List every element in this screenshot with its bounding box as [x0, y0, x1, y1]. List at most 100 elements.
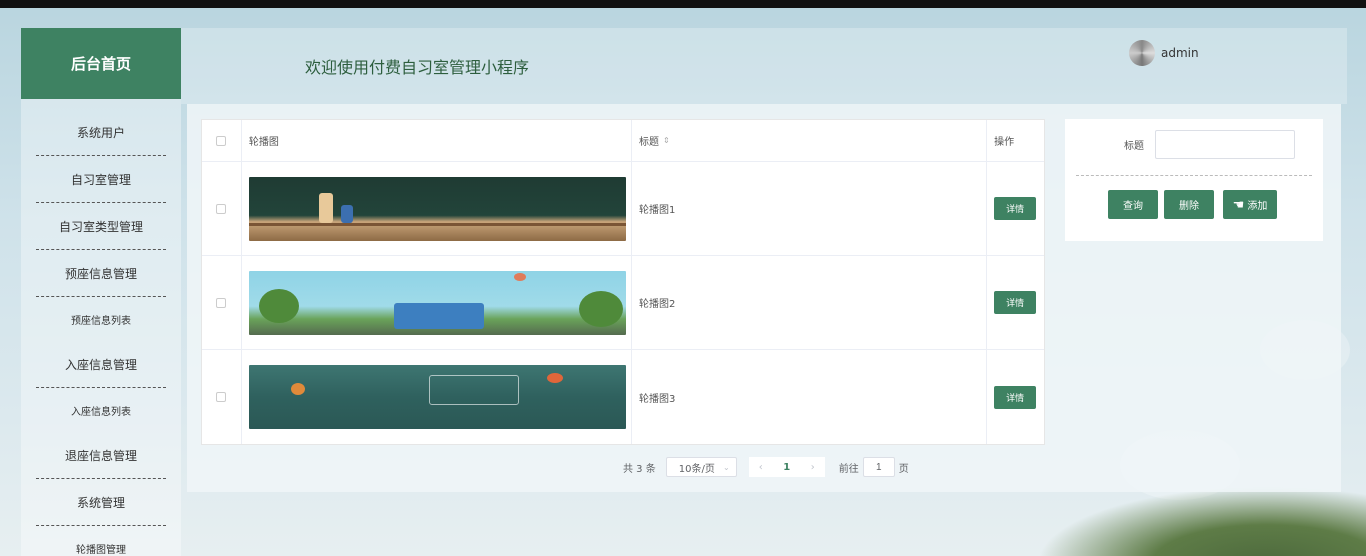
column-header-label: 操作	[994, 137, 1015, 148]
row-checkbox[interactable]	[216, 203, 227, 214]
page-size-value: 10条/页	[678, 463, 715, 475]
sidebar-item-study-room[interactable]: 自习室管理	[21, 156, 181, 203]
figure-teacher	[318, 192, 333, 223]
sidebar-item-carousel[interactable]: 轮播图管理	[21, 526, 181, 556]
detail-button[interactable]: 详情	[994, 197, 1037, 220]
delete-button[interactable]: 删除	[1164, 190, 1214, 219]
sidebar-item-checkin-list[interactable]: 入座信息列表	[21, 388, 181, 432]
figure-student	[340, 204, 353, 223]
title-cell: 轮播图1	[632, 162, 988, 255]
pager: ‹ 1 ›	[748, 457, 825, 477]
table-row: 轮播图1 详情	[202, 162, 1044, 256]
sidebar-item-label: 轮播图管理	[76, 544, 126, 556]
school-building	[393, 302, 484, 329]
sidebar-item-study-room-type[interactable]: 自习室类型管理	[21, 203, 181, 250]
pumpkin	[290, 383, 305, 395]
row-checkbox-cell	[202, 350, 242, 444]
main-content: 轮播图 标题 ⇕ 操作 轮播图1 详情 轮播图2 详情 轮播图3 详情 共 3 …	[187, 104, 1341, 492]
sidebar-item-label: 自习室管理	[70, 173, 131, 187]
balloon	[513, 272, 526, 281]
background-tree	[1036, 486, 1366, 556]
sidebar-item-reservation[interactable]: 预座信息管理	[21, 250, 181, 297]
row-checkbox[interactable]	[216, 297, 227, 308]
column-header-actions: 操作	[987, 120, 1044, 161]
sidebar-item-checkin[interactable]: 入座信息管理	[21, 341, 181, 388]
chevron-down-icon: ⌄	[723, 462, 730, 472]
page-title: 欢迎使用付费自习室管理小程序	[305, 58, 530, 77]
avatar-icon	[1129, 40, 1155, 66]
user-menu[interactable]: admin	[1129, 40, 1199, 66]
chevron-right-icon[interactable]: ›	[807, 462, 819, 473]
divider	[1076, 175, 1312, 176]
top-strip	[0, 0, 1366, 8]
sidebar-item-system-users[interactable]: 系统用户	[21, 109, 181, 156]
goto-page-input[interactable]	[862, 457, 895, 477]
column-header-label: 轮播图	[248, 137, 279, 148]
tree-left	[258, 288, 299, 323]
column-header-title[interactable]: 标题 ⇕	[632, 120, 988, 161]
detail-button[interactable]: 详情	[994, 291, 1037, 314]
pagination: 共 3 条 10条/页 ⌄ ‹ 1 › 前往 页	[623, 457, 909, 477]
hand-cursor-icon: ☚	[1232, 196, 1245, 212]
add-button[interactable]: ☚ 添加	[1223, 190, 1277, 219]
title-search-input[interactable]	[1155, 130, 1295, 159]
sidebar-item-system-management[interactable]: 系统管理	[21, 479, 181, 526]
username: admin	[1161, 46, 1199, 60]
sort-icon[interactable]: ⇕	[663, 136, 670, 145]
sidebar-item-reservation-list[interactable]: 预座信息列表	[21, 297, 181, 341]
title-cell: 轮播图2	[632, 256, 988, 349]
row-checkbox-cell	[202, 256, 242, 349]
sidebar-item-label: 退座信息管理	[64, 449, 137, 463]
actions-cell: 详情	[987, 350, 1044, 444]
add-button-label: 添加	[1247, 201, 1268, 212]
sidebar-item-label: 系统用户	[76, 126, 125, 140]
title-search-label: 标题	[1124, 141, 1144, 152]
row-title: 轮播图1	[638, 205, 676, 216]
row-checkbox-cell	[202, 162, 242, 255]
image-cell	[242, 350, 632, 444]
page-number-current[interactable]: 1	[767, 462, 807, 473]
actions-cell: 详情	[987, 256, 1044, 349]
page-suffix: 页	[898, 463, 909, 475]
select-all-checkbox[interactable]	[216, 135, 227, 146]
carousel-image	[248, 365, 626, 429]
sidebar-item-label: 自习室类型管理	[58, 220, 143, 234]
row-checkbox[interactable]	[216, 392, 227, 402]
sidebar-brand-home[interactable]: 后台首页	[21, 28, 181, 99]
sidebar-item-label: 系统管理	[76, 496, 125, 510]
actions-cell: 详情	[987, 162, 1044, 255]
table-row: 轮播图3 详情	[202, 350, 1044, 444]
header: 欢迎使用付费自习室管理小程序 admin	[181, 28, 1347, 104]
image-cell	[242, 256, 632, 349]
tree-right	[578, 290, 623, 327]
title-cell: 轮播图3	[632, 350, 988, 444]
desk-line	[248, 222, 626, 226]
column-header-label: 标题	[638, 137, 659, 148]
table-row: 轮播图2 详情	[202, 256, 1044, 350]
image-cell	[242, 162, 632, 255]
sidebar-item-label: 预座信息管理	[64, 267, 137, 281]
sidebar-item-label: 入座信息列表	[71, 406, 131, 418]
detail-button[interactable]: 详情	[994, 385, 1037, 409]
pagination-total: 共 3 条	[623, 463, 656, 475]
sidebar-item-label: 入座信息管理	[64, 358, 137, 372]
carousel-image	[248, 270, 626, 335]
carousel-table: 轮播图 标题 ⇕ 操作 轮播图1 详情 轮播图2 详情 轮播图3 详情	[201, 119, 1045, 445]
goto-label: 前往	[838, 463, 859, 475]
sidebar-item-label: 预座信息列表	[71, 315, 131, 327]
query-button[interactable]: 查询	[1108, 190, 1158, 219]
column-header-image: 轮播图	[242, 120, 632, 161]
header-checkbox-cell	[202, 120, 242, 161]
table-header-row: 轮播图 标题 ⇕ 操作	[202, 120, 1044, 162]
carousel-image	[248, 176, 626, 241]
search-panel: 标题 查询 删除 ☚ 添加	[1065, 119, 1323, 241]
sidebar-menu: 系统用户 自习室管理 自习室类型管理 预座信息管理 预座信息列表 入座信息管理 …	[21, 99, 181, 556]
sidebar-item-checkout[interactable]: 退座信息管理	[21, 432, 181, 479]
balloon	[546, 373, 563, 383]
row-title: 轮播图3	[638, 393, 676, 405]
chevron-left-icon[interactable]: ‹	[755, 462, 767, 473]
sidebar: 后台首页 系统用户 自习室管理 自习室类型管理 预座信息管理 预座信息列表 入座…	[21, 28, 181, 556]
row-title: 轮播图2	[638, 299, 676, 310]
chalk-drawing	[428, 375, 519, 405]
page-size-select[interactable]: 10条/页 ⌄	[665, 457, 737, 477]
